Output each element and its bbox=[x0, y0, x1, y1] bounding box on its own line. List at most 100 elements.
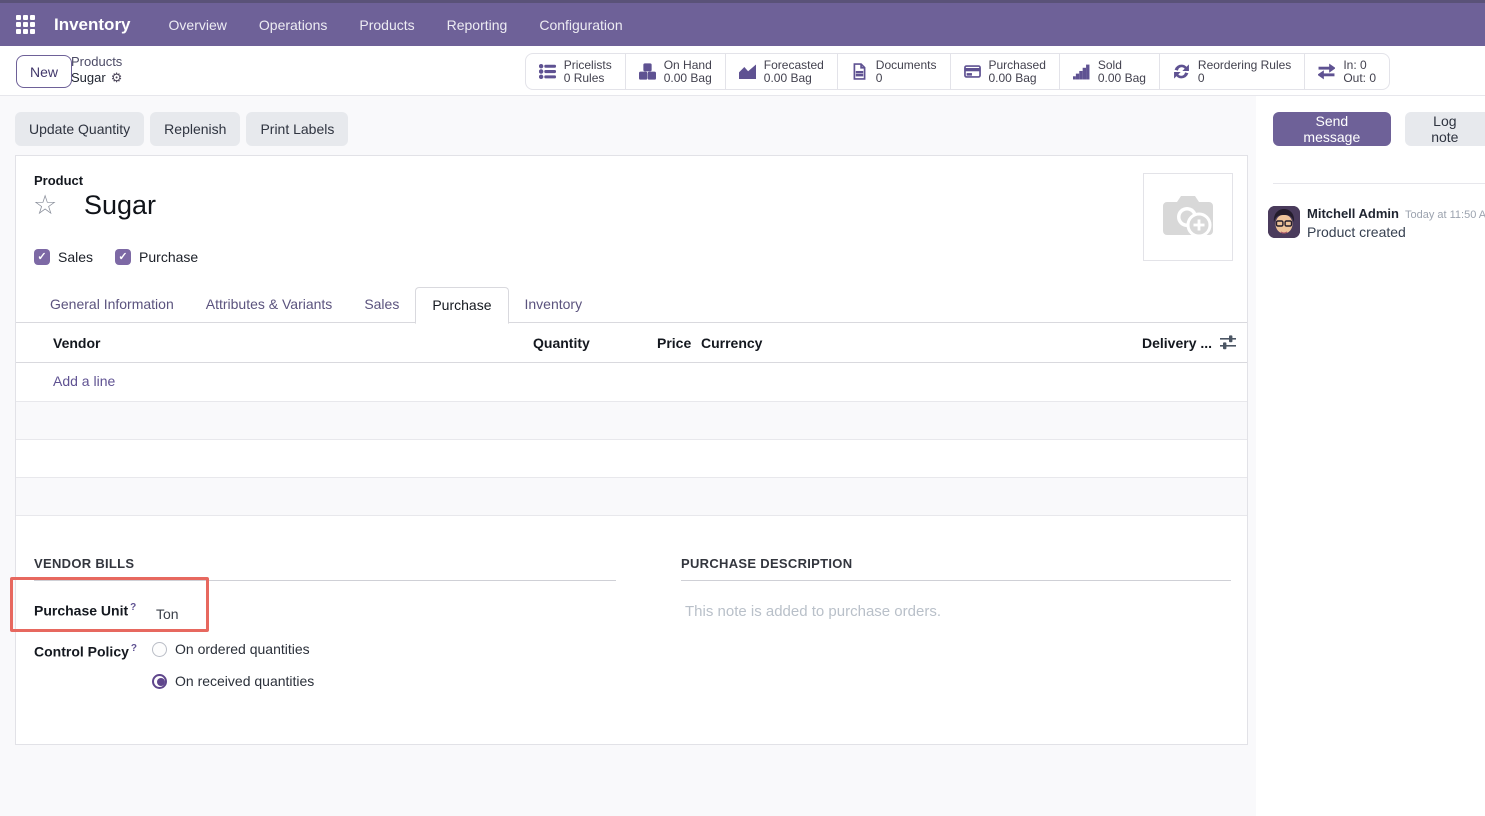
stat-button-purchased[interactable]: Purchased0.00 Bag bbox=[951, 54, 1060, 89]
nav-item-reporting[interactable]: Reporting bbox=[435, 4, 520, 46]
area-chart-icon bbox=[739, 63, 756, 80]
action-buttons: Update Quantity Replenish Print Labels bbox=[15, 112, 348, 146]
optional-columns-icon[interactable] bbox=[1220, 335, 1237, 350]
stat-button-on-hand[interactable]: On Hand0.00 Bag bbox=[626, 54, 726, 89]
column-quantity[interactable]: Quantity bbox=[533, 335, 590, 351]
nav-item-operations[interactable]: Operations bbox=[247, 4, 339, 46]
help-question-icon[interactable]: ? bbox=[130, 602, 136, 613]
avatar[interactable] bbox=[1268, 206, 1300, 238]
favorite-star-icon[interactable]: ☆ bbox=[33, 192, 57, 219]
notebook-tabs: General Information Attributes & Variant… bbox=[16, 287, 1247, 323]
stat-button-forecasted[interactable]: Forecasted0.00 Bag bbox=[726, 54, 838, 89]
nav-item-configuration[interactable]: Configuration bbox=[527, 4, 634, 46]
checkbox-label: Purchase bbox=[139, 249, 198, 265]
vendor-bills-title: VENDOR BILLS bbox=[34, 556, 616, 581]
stat-button-in-out[interactable]: In: 0Out: 0 bbox=[1305, 54, 1389, 89]
stat-button-reordering-rules[interactable]: Reordering Rules0 bbox=[1160, 54, 1305, 89]
send-message-button[interactable]: Send message bbox=[1273, 112, 1391, 146]
activities-button-truncated[interactable]: A bbox=[1474, 112, 1485, 146]
breadcrumb-current: Sugar bbox=[71, 70, 106, 86]
control-policy-label: Control Policy? bbox=[34, 643, 137, 660]
purchase-unit-value[interactable]: Ton bbox=[156, 606, 179, 622]
add-a-line-link[interactable]: Add a line bbox=[53, 373, 115, 389]
purchase-description-title: PURCHASE DESCRIPTION bbox=[681, 556, 1231, 581]
message-timestamp: Today at 11:50 AM bbox=[1405, 209, 1485, 221]
message-author[interactable]: Mitchell Admin bbox=[1307, 206, 1399, 221]
stat-button-pricelists[interactable]: Pricelists0 Rules bbox=[526, 54, 626, 89]
breadcrumb: Products Sugar ⚙ bbox=[71, 54, 122, 86]
stat-value: 0 Rules bbox=[564, 72, 612, 85]
stat-label: In: 0 bbox=[1343, 58, 1366, 72]
apps-grid-icon[interactable] bbox=[16, 15, 36, 35]
tab-attributes-variants[interactable]: Attributes & Variants bbox=[190, 287, 349, 322]
document-icon bbox=[851, 63, 868, 80]
control-panel: New Products Sugar ⚙ Pricelists0 Rules O… bbox=[0, 46, 1485, 96]
radio-on-received[interactable]: On received quantities bbox=[152, 673, 314, 689]
stat-label: Purchased bbox=[989, 58, 1046, 72]
stat-value: Out: 0 bbox=[1343, 72, 1376, 85]
sales-checkbox[interactable]: ✓ Sales bbox=[34, 249, 93, 265]
cubes-icon bbox=[639, 63, 656, 80]
product-name[interactable]: Sugar bbox=[84, 190, 156, 221]
update-quantity-button[interactable]: Update Quantity bbox=[15, 112, 144, 146]
checkbox-check-icon: ✓ bbox=[115, 249, 131, 265]
bar-chart-icon bbox=[1073, 63, 1090, 80]
vendor-table-header: Vendor Quantity Price Currency Delivery … bbox=[16, 324, 1247, 363]
stat-value: 0.00 Bag bbox=[764, 72, 824, 85]
column-vendor[interactable]: Vendor bbox=[53, 335, 100, 351]
radio-label: On ordered quantities bbox=[175, 641, 310, 657]
vendor-table-addline-row: Add a line bbox=[16, 363, 1247, 402]
user-avatar-icon bbox=[1268, 206, 1300, 238]
nav-item-overview[interactable]: Overview bbox=[157, 4, 239, 46]
column-price[interactable]: Price bbox=[657, 335, 691, 351]
purchase-checkbox[interactable]: ✓ Purchase bbox=[115, 249, 198, 265]
top-navbar: Inventory Overview Operations Products R… bbox=[0, 0, 1485, 46]
column-delivery[interactable]: Delivery ... bbox=[1142, 335, 1212, 351]
stat-label: Pricelists bbox=[564, 58, 612, 72]
stat-label: Forecasted bbox=[764, 58, 824, 72]
radio-on-ordered[interactable]: On ordered quantities bbox=[152, 641, 310, 657]
column-currency[interactable]: Currency bbox=[701, 335, 762, 351]
purchase-unit-label: Purchase Unit? bbox=[34, 602, 136, 619]
empty-table-row bbox=[16, 478, 1247, 516]
radio-circle-icon bbox=[152, 642, 167, 657]
checkbox-check-icon: ✓ bbox=[34, 249, 50, 265]
checkbox-label: Sales bbox=[58, 249, 93, 265]
list-icon bbox=[539, 63, 556, 80]
stat-value: 0 bbox=[1198, 72, 1291, 85]
app-name[interactable]: Inventory bbox=[54, 15, 131, 35]
stat-button-documents[interactable]: Documents0 bbox=[838, 54, 951, 89]
stat-label: Documents bbox=[876, 58, 937, 72]
message-body: Product created bbox=[1307, 224, 1406, 240]
empty-table-row bbox=[16, 402, 1247, 440]
print-labels-button[interactable]: Print Labels bbox=[246, 112, 348, 146]
tab-general-information[interactable]: General Information bbox=[34, 287, 190, 322]
app-window: Inventory Overview Operations Products R… bbox=[0, 0, 1485, 816]
purchase-description-placeholder[interactable]: This note is added to purchase orders. bbox=[685, 603, 941, 620]
product-field-label: Product bbox=[34, 173, 83, 188]
stat-value: 0.00 Bag bbox=[664, 72, 712, 85]
new-button[interactable]: New bbox=[16, 55, 72, 88]
stat-value: 0.00 Bag bbox=[989, 72, 1046, 85]
radio-label: On received quantities bbox=[175, 673, 314, 689]
settings-gear-icon[interactable]: ⚙ bbox=[111, 70, 123, 86]
tab-inventory[interactable]: Inventory bbox=[509, 287, 599, 322]
exchange-icon bbox=[1318, 63, 1335, 80]
stat-value: 0.00 Bag bbox=[1098, 72, 1146, 85]
credit-card-icon bbox=[964, 63, 981, 80]
replenish-button[interactable]: Replenish bbox=[150, 112, 240, 146]
stat-label: Reordering Rules bbox=[1198, 58, 1291, 72]
nav-item-products[interactable]: Products bbox=[347, 4, 426, 46]
help-question-icon[interactable]: ? bbox=[131, 643, 137, 654]
product-image-placeholder[interactable] bbox=[1143, 173, 1233, 261]
log-note-button[interactable]: Log note bbox=[1405, 112, 1485, 146]
stat-button-sold[interactable]: Sold0.00 Bag bbox=[1060, 54, 1160, 89]
refresh-icon bbox=[1173, 63, 1190, 80]
chatter-panel: Send message Log note A Mitchell Admin To… bbox=[1256, 96, 1485, 816]
tab-purchase[interactable]: Purchase bbox=[415, 287, 508, 324]
breadcrumb-parent[interactable]: Products bbox=[71, 54, 122, 70]
tab-sales[interactable]: Sales bbox=[348, 287, 415, 322]
empty-table-row bbox=[16, 440, 1247, 478]
camera-plus-icon bbox=[1159, 191, 1217, 243]
stat-button-group: Pricelists0 Rules On Hand0.00 Bag Foreca… bbox=[525, 53, 1390, 90]
